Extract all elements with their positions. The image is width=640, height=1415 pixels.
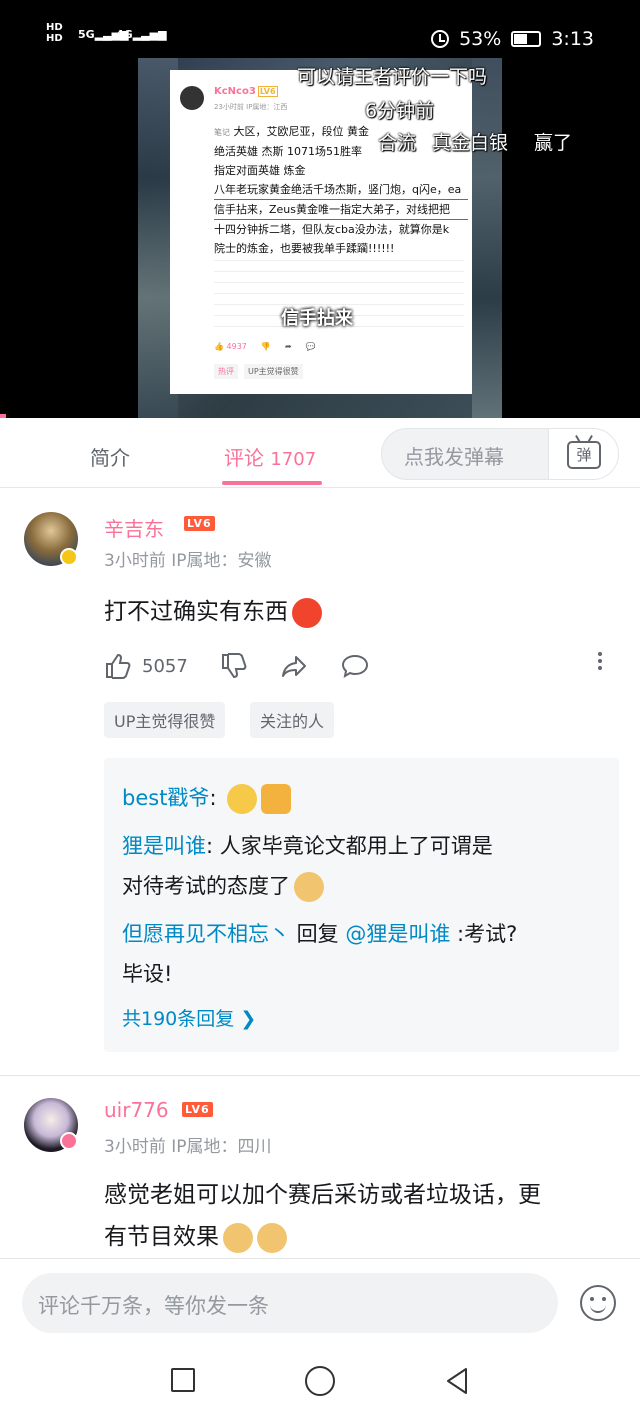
card-body: 笔记 大区，艾欧尼亚，段位 黄金 绝活英雄 杰斯 1071场51胜率 指定对面英…	[214, 122, 468, 258]
doge-emoji-icon	[223, 1222, 253, 1253]
comment-text: 打不过确实有东西	[104, 591, 624, 633]
signal-4g-icon: 4G▂▃▅▆	[116, 28, 167, 41]
video-edge-right	[472, 58, 502, 418]
like-button[interactable]: 5057	[104, 652, 188, 680]
share-icon	[282, 656, 306, 677]
doge-emoji-icon	[294, 872, 324, 902]
system-nav-bar	[0, 1348, 640, 1415]
chevron-right-icon: ❯	[240, 1008, 257, 1030]
share-button[interactable]	[280, 652, 308, 680]
app-root: KcNco3 LV6 23小时前 IP属地：江西 笔记 大区，艾欧尼亚，段位 黄金…	[0, 0, 640, 1415]
comment-bubble-icon	[341, 654, 369, 679]
tab-intro[interactable]: 简介	[90, 442, 130, 471]
clock: 3:13	[551, 28, 594, 50]
card-avatar	[180, 86, 204, 110]
alarm-icon	[431, 30, 450, 48]
danmaku-1: 可以请王者评价一下吗	[297, 66, 488, 88]
reply-preview-box[interactable]: best戳爷: 狸是叫谁: 人家毕竟论文都用上了可谓是 对待考试的态度了 但愿再…	[104, 758, 619, 1052]
danmaku-3: 合流	[378, 132, 417, 154]
video-subtitle: 信手拈来	[281, 308, 353, 329]
comment-input-bar: 评论千万条，等你发一条	[0, 1258, 640, 1348]
active-tab-underline	[222, 481, 322, 485]
danmaku-placeholder: 点我发弹幕	[404, 445, 504, 469]
status-right: 53% 3:13	[431, 28, 594, 50]
view-all-replies-link[interactable]: 共190条回复 ❯	[122, 1004, 256, 1031]
video-player[interactable]: KcNco3 LV6 23小时前 IP属地：江西 笔记 大区，艾欧尼亚，段位 黄金…	[0, 0, 640, 418]
back-icon[interactable]	[444, 1366, 470, 1396]
danmaku-2: 6分钟前	[365, 100, 435, 122]
emoji-picker-icon[interactable]	[580, 1285, 616, 1321]
card-actions: 👍 4937 👎 ➦ 💬	[214, 342, 316, 351]
reply-line[interactable]: 狸是叫谁: 人家毕竟论文都用上了可谓是	[122, 826, 602, 866]
comment-input[interactable]: 评论千万条，等你发一条	[22, 1273, 558, 1333]
comment-placeholder: 评论千万条，等你发一条	[38, 1294, 269, 1318]
reply-line-continued: 对待考试的态度了	[122, 866, 602, 906]
reply-button[interactable]	[340, 652, 370, 680]
danmaku-input[interactable]: 点我发弹幕 弹	[381, 428, 619, 480]
following-tag: 关注的人	[250, 702, 335, 738]
pointing-hand-icon	[261, 784, 292, 814]
reply-line[interactable]: best戳爷:	[122, 778, 602, 818]
comment-divider	[0, 1075, 640, 1076]
danmaku-5: 赢了	[534, 132, 573, 154]
user-badge-icon	[60, 1132, 78, 1150]
battery-icon	[511, 31, 542, 47]
comment-author[interactable]: 辛吉东	[104, 513, 164, 542]
recent-apps-icon[interactable]	[171, 1368, 195, 1392]
thumb-up-icon	[106, 653, 131, 679]
card-note-label: 笔记	[214, 128, 230, 137]
level-badge: LV6	[182, 1102, 213, 1117]
card-meta: 23小时前 IP属地：江西	[214, 103, 288, 111]
tab-comments[interactable]: 评论 1707	[224, 442, 316, 471]
home-icon[interactable]	[305, 1366, 335, 1396]
danmaku-tv-icon: 弹	[567, 441, 601, 469]
comment-time: 3小时前 IP属地：安徽	[104, 551, 272, 571]
hd-indicator: HD HD	[46, 22, 63, 44]
doge-emoji-icon	[257, 1222, 287, 1253]
danmaku-toggle-button[interactable]: 弹	[548, 429, 618, 479]
thumb-down-icon	[222, 653, 247, 679]
comment-text: 感觉老姐可以加个赛后采访或者垃圾话，更 有节目效果	[104, 1174, 624, 1258]
more-options-button[interactable]	[598, 652, 602, 670]
card-tags: 热评 UP主觉得很赞	[214, 364, 303, 379]
level-badge: LV6	[184, 516, 215, 531]
comment-time: 3小时前 IP属地：四川	[104, 1137, 272, 1157]
laughing-emoji-icon	[227, 784, 258, 814]
verified-badge-icon	[60, 548, 78, 566]
status-bar: HD HD 5G▂▃▅▆ 4G▂▃▅▆ 53% 3:13	[0, 0, 640, 58]
up-liked-tag: UP主觉得很赞	[104, 702, 226, 738]
angry-emoji-icon	[292, 597, 322, 628]
comment-author[interactable]: uir776	[104, 1098, 169, 1122]
card-username: KcNco3 LV6	[214, 86, 278, 97]
reply-line-continued: 毕设!	[122, 962, 173, 986]
danmaku-4: 真金白银	[432, 132, 509, 154]
battery-percent: 53%	[459, 28, 502, 50]
reply-line[interactable]: 但愿再见不相忘丶 回复 @狸是叫谁 :考试?	[122, 914, 602, 954]
dislike-button[interactable]	[220, 652, 248, 680]
